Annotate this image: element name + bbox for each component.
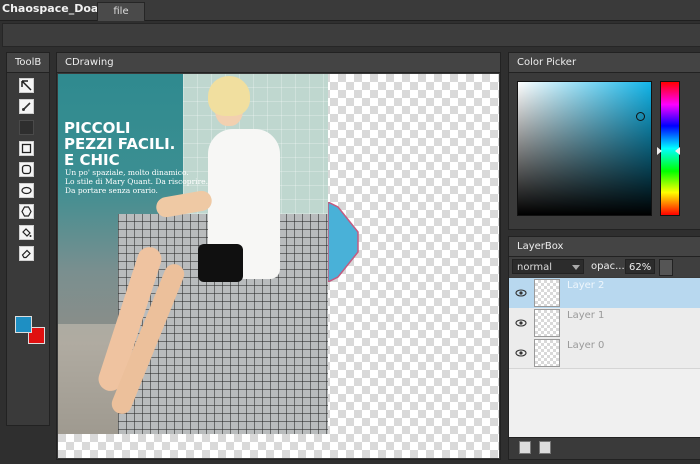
saturation-value-field[interactable]	[517, 81, 652, 216]
figure-hair	[208, 76, 250, 116]
brush-tool-button[interactable]	[19, 99, 34, 114]
rounded-rectangle-tool-button[interactable]	[19, 162, 34, 177]
tool-panel: ToolB	[6, 52, 50, 426]
headline-line: PICCOLI	[64, 119, 131, 137]
fill-bucket-icon	[22, 228, 32, 237]
eye-icon[interactable]	[515, 317, 527, 329]
polygon-tool-button[interactable]	[19, 204, 34, 219]
layer-row[interactable]: Layer 1	[509, 308, 700, 339]
app-title: Chaospace_Doard	[2, 2, 112, 15]
layer-name: Layer 1	[567, 310, 605, 321]
ellipse-icon	[21, 186, 32, 195]
top-toolbar	[2, 23, 700, 47]
new-layer-icon[interactable]	[519, 441, 531, 454]
layer-name: Layer 0	[567, 340, 605, 351]
drawing-panel-title: CDrawing	[57, 53, 500, 73]
delete-layer-icon[interactable]	[539, 441, 551, 454]
photo-layer: PICCOLI PEZZI FACILI. E CHIC Un po' spaz…	[58, 74, 328, 434]
hue-slider-arrow-right-icon[interactable]	[675, 147, 680, 155]
drawing-canvas[interactable]: PICCOLI PEZZI FACILI. E CHIC Un po' spaz…	[58, 74, 499, 458]
foreground-color-swatch[interactable]	[15, 316, 32, 333]
rectangle-tool-button[interactable]	[19, 141, 34, 156]
hexagon-shape-graphic	[327, 200, 359, 284]
layer-row[interactable]: Layer 2	[509, 278, 700, 309]
hexagon-shape[interactable]	[327, 200, 362, 284]
brush-icon	[22, 102, 31, 111]
opacity-slider-button[interactable]	[659, 259, 673, 276]
file-menu-tab[interactable]: file	[97, 2, 145, 21]
select-icon	[21, 80, 32, 91]
drawing-panel: CDrawing PICCOLI PEZZI FACILI. E CHIC Un…	[56, 52, 501, 460]
layer-list: Layer 2 Layer 1 Layer 0	[509, 278, 700, 443]
tool-panel-title: ToolB	[7, 53, 49, 73]
layer-controls: normal opac... 62%	[509, 257, 700, 277]
eraser-tool-button[interactable]	[19, 246, 34, 261]
layer-name: Layer 2	[567, 280, 605, 291]
rectangle-icon	[21, 143, 32, 154]
blend-mode-value: normal	[517, 262, 553, 273]
eraser-icon	[21, 249, 31, 259]
layer-box-panel: LayerBox normal opac... 62% Layer 2 Laye…	[508, 236, 700, 460]
magazine-subline: Un po' spaziale, molto dinamico. Lo stil…	[65, 168, 215, 195]
layer-thumbnail	[534, 309, 560, 337]
select-tool-button[interactable]	[19, 78, 34, 93]
eye-icon[interactable]	[515, 347, 527, 359]
title-bar: Chaospace_Doard file	[0, 0, 700, 21]
blank-icon	[21, 122, 32, 133]
subline-line: Lo stile di Mary Quant. Da riscoprire.	[65, 177, 208, 186]
opacity-label: opac...	[591, 261, 625, 272]
headline-line: PEZZI FACILI.	[64, 135, 176, 153]
hue-slider-arrow-left-icon[interactable]	[657, 147, 662, 155]
rounded-rectangle-icon	[21, 164, 32, 175]
figure-handbag	[198, 244, 243, 282]
chevron-down-icon	[572, 265, 580, 270]
color-picker-title: Color Picker	[509, 53, 700, 73]
blend-mode-select[interactable]: normal	[512, 259, 584, 274]
blank-tool-button[interactable]	[19, 120, 34, 135]
magazine-headline: PICCOLI PEZZI FACILI. E CHIC	[64, 120, 214, 168]
subline-line: Un po' spaziale, molto dinamico.	[65, 168, 189, 177]
color-swatches	[15, 316, 45, 346]
fill-tool-button[interactable]	[19, 225, 34, 240]
layer-footer	[509, 437, 700, 459]
ellipse-tool-button[interactable]	[19, 183, 34, 198]
layer-thumbnail	[534, 339, 560, 367]
tool-list	[19, 78, 37, 267]
eye-icon[interactable]	[515, 287, 527, 299]
layer-thumbnail	[534, 279, 560, 307]
color-picker-handle[interactable]	[636, 112, 645, 121]
polygon-icon	[21, 206, 32, 217]
subline-line: Da portare senza orario.	[65, 186, 158, 195]
layer-box-title: LayerBox	[509, 237, 700, 257]
opacity-input[interactable]: 62%	[625, 259, 655, 274]
layer-row[interactable]: Layer 0	[509, 338, 700, 369]
headline-line: E CHIC	[64, 151, 120, 169]
color-picker-panel: Color Picker	[508, 52, 700, 230]
